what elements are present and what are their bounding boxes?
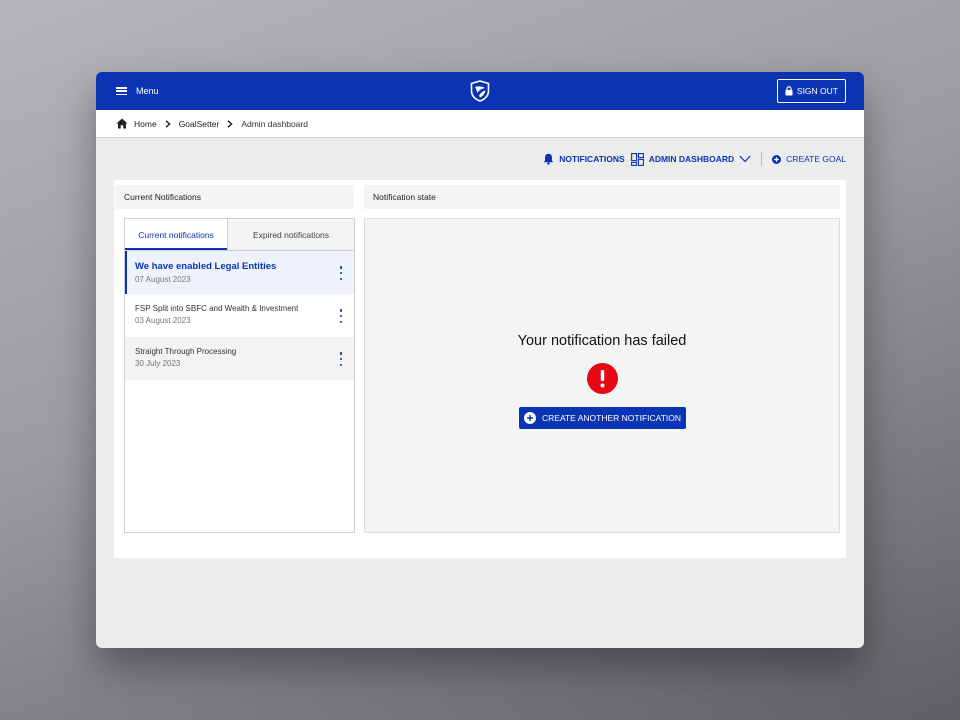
list-item[interactable]: We have enabled Legal Entities 07 August… — [125, 251, 354, 294]
notification-tabs: Current notifications Expired notificati… — [125, 219, 354, 251]
notifications-button[interactable]: NOTIFICATIONS — [543, 153, 625, 165]
notification-date: 30 July 2023 — [135, 359, 181, 368]
app-window: Menu SIGN OUT Home GoalSetter Admin dash… — [96, 72, 864, 648]
create-another-notification-button[interactable]: CREATE ANOTHER NOTIFICATION — [519, 407, 686, 429]
more-options-icon[interactable] — [338, 309, 344, 323]
bank-shield-logo-icon[interactable] — [470, 80, 490, 102]
notification-title: Straight Through Processing — [135, 347, 237, 356]
notification-state-title: Notification state — [373, 192, 436, 202]
breadcrumb-home[interactable]: Home — [134, 119, 157, 129]
tab-current-notifications[interactable]: Current notifications — [125, 219, 228, 250]
plus-circle-icon — [524, 412, 536, 424]
chevron-right-icon — [163, 119, 173, 129]
current-notifications-title: Current Notifications — [124, 192, 202, 202]
breadcrumb-goalsetter[interactable]: GoalSetter — [179, 119, 220, 129]
current-notifications-heading: Current Notifications — [115, 185, 354, 209]
notification-state-panel: Your notification has failed CREATE ANOT… — [364, 218, 840, 533]
tab-expired-notifications[interactable]: Expired notifications — [228, 219, 354, 250]
notification-title: FSP Split into SBFC and Wealth & Investm… — [135, 304, 299, 313]
more-options-icon[interactable] — [338, 352, 344, 366]
notifications-list-panel: Current notifications Expired notificati… — [124, 218, 355, 533]
top-navigation-bar: Menu SIGN OUT — [96, 72, 864, 110]
admin-dashboard-label: ADMIN DASHBOARD — [648, 154, 735, 164]
home-icon[interactable] — [116, 118, 128, 129]
notifications-label: NOTIFICATIONS — [559, 154, 625, 164]
dashboard-icon — [630, 152, 644, 166]
list-item[interactable]: FSP Split into SBFC and Wealth & Investm… — [125, 294, 354, 337]
failure-message: Your notification has failed — [517, 333, 687, 349]
action-bar: NOTIFICATIONS ADMIN DASHBOARD CREATE GOA… — [543, 152, 846, 166]
chevron-right-icon — [225, 119, 235, 129]
menu-label: Menu — [136, 86, 159, 96]
create-another-notification-label: CREATE ANOTHER NOTIFICATION — [542, 413, 681, 423]
sign-out-button[interactable]: SIGN OUT — [776, 79, 846, 103]
admin-dashboard-dropdown[interactable]: ADMIN DASHBOARD — [630, 152, 751, 166]
chevron-down-icon — [739, 155, 751, 163]
sign-out-label: SIGN OUT — [796, 86, 838, 96]
content-card: Current Notifications Notification state… — [114, 180, 846, 558]
create-goal-label: CREATE GOAL — [786, 154, 846, 164]
create-goal-button[interactable]: CREATE GOAL — [772, 154, 846, 164]
divider — [761, 152, 763, 166]
notification-state-heading: Notification state — [364, 185, 840, 209]
breadcrumb-admin-dashboard: Admin dashboard — [241, 118, 308, 129]
bell-icon — [544, 153, 554, 165]
notification-title: We have enabled Legal Entities — [135, 261, 277, 272]
more-options-icon[interactable] — [338, 266, 344, 280]
error-icon — [587, 363, 618, 394]
plus-circle-icon — [772, 154, 782, 164]
breadcrumb: Home GoalSetter Admin dashboard — [96, 110, 864, 138]
notification-date: 03 August 2023 — [135, 316, 191, 325]
notification-date: 07 August 2023 — [135, 275, 191, 284]
hamburger-icon — [116, 87, 127, 95]
list-item[interactable]: Straight Through Processing 30 July 2023 — [125, 337, 354, 380]
lock-icon — [785, 86, 793, 96]
menu-button[interactable]: Menu — [116, 86, 159, 96]
